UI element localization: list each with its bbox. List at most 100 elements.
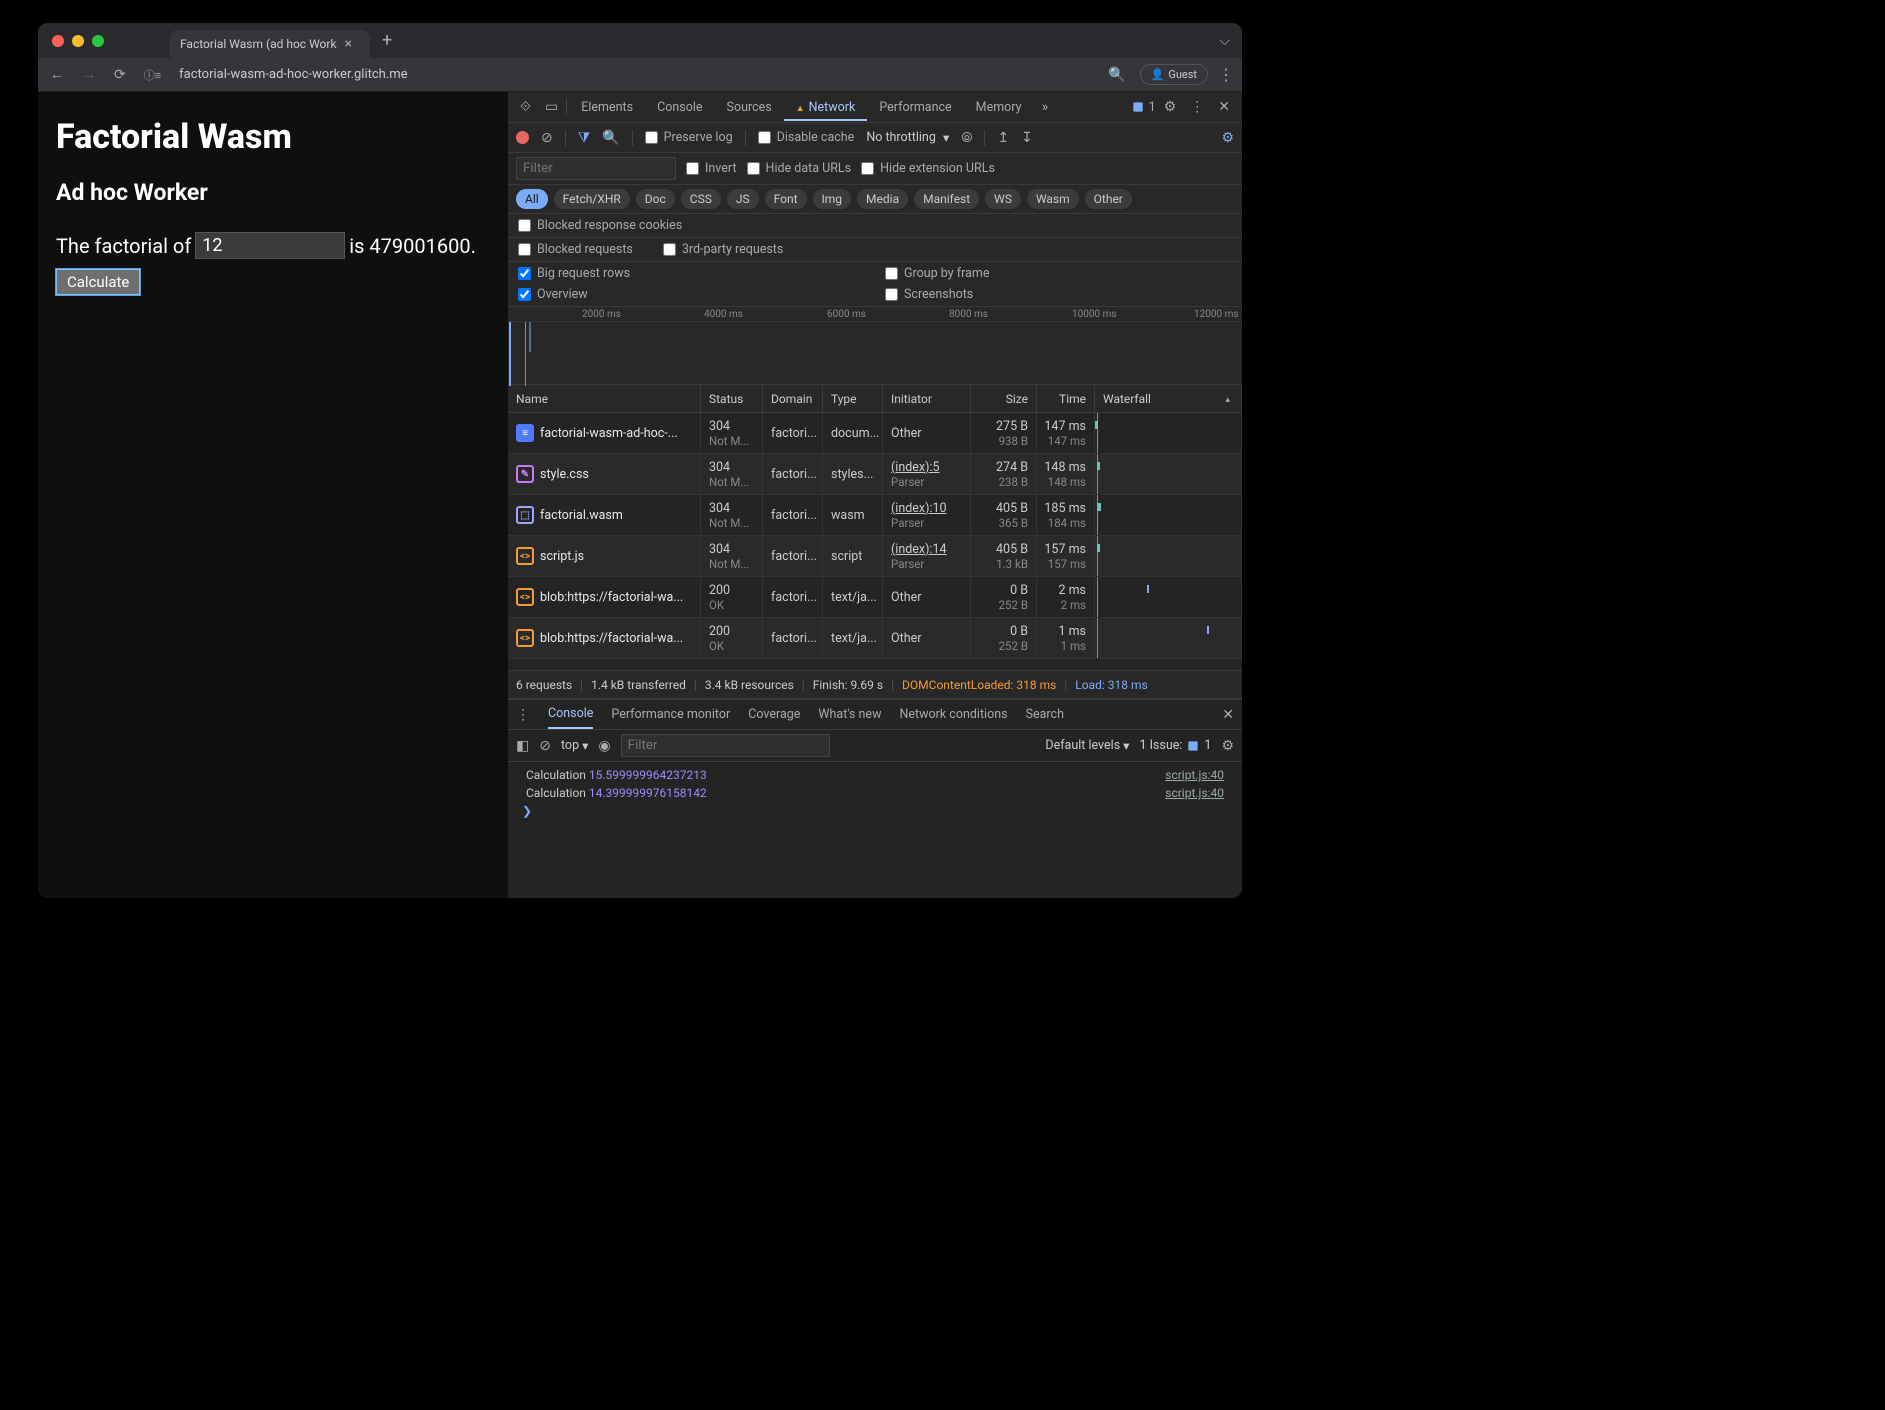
profile-button[interactable]: 👤 Guest	[1140, 64, 1208, 85]
type-chip-wasm[interactable]: Wasm	[1027, 189, 1079, 209]
network-conditions-icon[interactable]: ⦾	[961, 130, 972, 146]
drawer-tab-performance-monitor[interactable]: Performance monitor	[611, 701, 730, 728]
calculate-button[interactable]: Calculate	[56, 269, 140, 295]
log-levels-select[interactable]: Default levels ▾	[1045, 738, 1129, 754]
chevron-down-icon[interactable]: ⌵	[1215, 31, 1234, 51]
devtools-tab-console[interactable]: Console	[645, 94, 714, 121]
invert-checkbox[interactable]: Invert	[686, 161, 737, 176]
devtools-panel: ⟐ ▭ ElementsConsoleSourcesNetworkPerform…	[508, 92, 1242, 898]
devtools-tab-network[interactable]: Network	[784, 94, 868, 121]
type-chip-manifest[interactable]: Manifest	[914, 189, 979, 209]
type-chip-img[interactable]: Img	[813, 189, 852, 209]
close-tab-icon[interactable]: ×	[345, 36, 352, 52]
type-chip-media[interactable]: Media	[857, 189, 908, 209]
devtools-tab-performance[interactable]: Performance	[867, 94, 963, 121]
type-chip-all[interactable]: All	[516, 189, 548, 209]
download-icon[interactable]: ↧	[1021, 130, 1033, 146]
type-chip-font[interactable]: Font	[765, 189, 807, 209]
context-select[interactable]: top ▾	[561, 738, 588, 754]
devtools-tab-elements[interactable]: Elements	[569, 94, 645, 121]
console-settings-icon[interactable]: ⚙	[1221, 738, 1234, 754]
devtools-tab-memory[interactable]: Memory	[964, 94, 1034, 121]
blocked-cookies-checkbox[interactable]: Blocked response cookies	[518, 218, 682, 233]
devtools-tab-sources[interactable]: Sources	[715, 94, 784, 121]
big-rows-checkbox[interactable]: Big request rows	[518, 266, 865, 281]
close-window-button[interactable]	[52, 35, 64, 47]
settings-icon[interactable]: ⚙	[1158, 99, 1183, 115]
new-tab-button[interactable]: +	[378, 30, 396, 51]
live-expression-icon[interactable]: ◉	[598, 738, 610, 754]
forward-button[interactable]: →	[78, 64, 100, 85]
network-row[interactable]: <>blob:https://factorial-wa...200OKfacto…	[508, 577, 1242, 618]
zoom-icon[interactable]: 🔍	[1104, 65, 1129, 85]
throttling-select[interactable]: No throttling ▾	[866, 130, 949, 146]
type-chip-css[interactable]: CSS	[681, 189, 721, 209]
hide-extension-urls-checkbox[interactable]: Hide extension URLs	[861, 161, 995, 176]
filter-input[interactable]	[516, 157, 676, 180]
record-button[interactable]	[516, 131, 529, 144]
overview-timeline[interactable]: 2000 ms4000 ms6000 ms8000 ms10000 ms1200…	[508, 307, 1242, 385]
upload-icon[interactable]: ↥	[997, 130, 1009, 146]
column-header-domain[interactable]: Domain	[763, 385, 823, 412]
network-row[interactable]: <>blob:https://factorial-wa...200OKfacto…	[508, 618, 1242, 659]
drawer-tab-search[interactable]: Search	[1026, 701, 1064, 728]
disable-cache-checkbox[interactable]: Disable cache	[758, 130, 855, 145]
devtools-menu-icon[interactable]: ⋮	[1184, 99, 1210, 115]
url-text[interactable]: factorial-wasm-ad-hoc-worker.glitch.me	[175, 67, 1094, 82]
log-source-link[interactable]: script.js:40	[1165, 786, 1224, 800]
network-row[interactable]: ✎style.css304Not M...factori...styles...…	[508, 454, 1242, 495]
drawer-tab-console[interactable]: Console	[548, 700, 593, 729]
hide-data-urls-checkbox[interactable]: Hide data URLs	[747, 161, 852, 176]
third-party-checkbox[interactable]: 3rd-party requests	[663, 242, 783, 257]
type-chip-doc[interactable]: Doc	[636, 189, 675, 209]
log-source-link[interactable]: script.js:40	[1165, 768, 1224, 782]
type-chip-fetch-xhr[interactable]: Fetch/XHR	[554, 189, 630, 209]
browser-tab[interactable]: Factorial Wasm (ad hoc Work ×	[170, 30, 370, 58]
number-input[interactable]	[195, 232, 345, 259]
filter-icon[interactable]: ⧩	[578, 130, 591, 146]
device-toolbar-icon[interactable]: ▭	[539, 99, 564, 115]
blocked-requests-checkbox[interactable]: Blocked requests	[518, 242, 633, 257]
screenshots-checkbox[interactable]: Screenshots	[885, 287, 1232, 302]
type-chip-ws[interactable]: WS	[985, 189, 1021, 209]
column-header-waterfall[interactable]: Waterfall▴	[1095, 385, 1242, 412]
column-header-time[interactable]: Time	[1037, 385, 1095, 412]
column-header-initiator[interactable]: Initiator	[883, 385, 971, 412]
type-chip-other[interactable]: Other	[1085, 189, 1132, 209]
issues-button[interactable]: 1	[1131, 100, 1156, 115]
column-header-name[interactable]: Name	[508, 385, 701, 412]
close-devtools-icon[interactable]: ✕	[1212, 99, 1236, 115]
type-chip-js[interactable]: JS	[727, 189, 759, 209]
search-icon[interactable]: 🔍	[602, 130, 619, 146]
network-settings-icon[interactable]: ⚙	[1221, 130, 1234, 146]
column-header-size[interactable]: Size	[971, 385, 1037, 412]
filter-bar: Invert Hide data URLs Hide extension URL…	[508, 153, 1242, 185]
close-drawer-icon[interactable]: ✕	[1222, 707, 1234, 723]
drawer-tab-what's-new[interactable]: What's new	[818, 701, 881, 728]
network-row[interactable]: <>script.js304Not M...factori...script(i…	[508, 536, 1242, 577]
clear-console-icon[interactable]: ⊘	[539, 738, 551, 754]
drawer-tab-coverage[interactable]: Coverage	[748, 701, 800, 728]
more-tabs-icon[interactable]: »	[1036, 99, 1055, 115]
network-row[interactable]: ⬚factorial.wasm304Not M...factori...wasm…	[508, 495, 1242, 536]
drawer-tab-network-conditions[interactable]: Network conditions	[899, 701, 1007, 728]
preserve-log-checkbox[interactable]: Preserve log	[645, 130, 733, 145]
minimize-window-button[interactable]	[72, 35, 84, 47]
back-button[interactable]: ←	[46, 64, 68, 85]
console-filter-input[interactable]	[621, 734, 830, 757]
column-header-status[interactable]: Status	[701, 385, 763, 412]
reload-button[interactable]: ⟳	[110, 65, 130, 85]
browser-menu-icon[interactable]: ⋮	[1218, 65, 1234, 84]
column-header-type[interactable]: Type	[823, 385, 883, 412]
sidebar-toggle-icon[interactable]: ◧	[516, 738, 529, 754]
site-info-icon[interactable]: ⓘ≡	[140, 65, 165, 85]
drawer-menu-icon[interactable]: ⋮	[516, 707, 530, 723]
console-prompt[interactable]: ❯	[516, 802, 1234, 820]
clear-button[interactable]: ⊘	[541, 130, 553, 146]
inspect-icon[interactable]: ⟐	[514, 99, 537, 115]
maximize-window-button[interactable]	[92, 35, 104, 47]
group-by-frame-checkbox[interactable]: Group by frame	[885, 266, 1232, 281]
console-issues[interactable]: 1 Issue: 1	[1139, 738, 1211, 753]
network-row[interactable]: ≡factorial-wasm-ad-hoc-...304Not M...fac…	[508, 413, 1242, 454]
overview-checkbox[interactable]: Overview	[518, 287, 865, 302]
